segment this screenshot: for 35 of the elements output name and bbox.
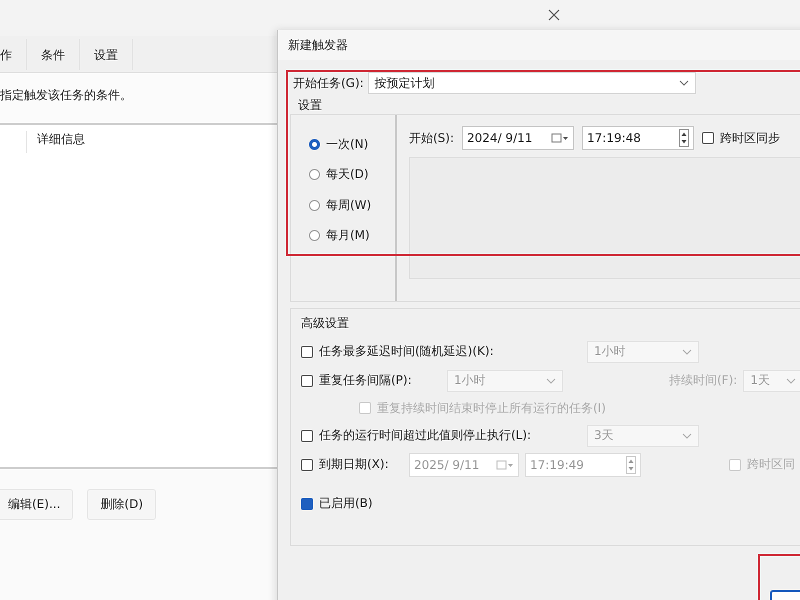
caret-icon <box>546 378 556 384</box>
date-picker[interactable]: 2024/ 9/11 <box>462 126 574 150</box>
dialog-title: 新建触发器 <box>278 30 800 60</box>
caret-icon <box>786 378 796 384</box>
caret-icon <box>678 80 689 86</box>
action-button[interactable]: 删除(D) <box>87 489 156 520</box>
tab[interactable]: 条件 <box>41 38 80 70</box>
schedule-radio[interactable]: 每周(W) <box>309 190 395 220</box>
sync-checkbox[interactable]: 跨时区同步 <box>702 130 780 146</box>
option-checkbox[interactable]: 任务的运行时间超过此值则停止执行(L): <box>301 427 587 444</box>
field-label: 开始(S): <box>409 130 454 146</box>
tab[interactable]: 设置 <box>94 38 133 70</box>
tab[interactable]: 作 <box>0 38 27 70</box>
group-title: 设置 <box>297 97 323 114</box>
option-checkbox[interactable]: 到期日期(X): <box>301 456 409 473</box>
spinner-icon <box>679 129 690 147</box>
caret-icon <box>682 348 692 354</box>
calendar-icon <box>551 133 570 143</box>
column-header[interactable]: 详细信息 <box>26 131 85 153</box>
close-icon[interactable] <box>548 9 560 21</box>
caret-icon <box>682 432 692 438</box>
option-checkbox[interactable]: 重复任务间隔(P): <box>301 372 447 389</box>
schedule-radio[interactable]: 每月(M) <box>309 220 395 251</box>
time-field[interactable]: 17:19:48 <box>582 126 694 150</box>
option-checkbox[interactable]: 任务最多延迟时间(随机延迟)(K): <box>301 343 587 360</box>
action-button[interactable]: 编辑(E)... <box>0 489 74 520</box>
spinner-icon <box>626 456 636 474</box>
enabled-checkbox[interactable]: 已启用(B) <box>301 495 800 512</box>
calendar-icon <box>496 460 514 470</box>
schedule-radio[interactable]: 每天(D) <box>309 160 395 190</box>
group-title: 高级设置 <box>301 315 350 332</box>
schedule-radio[interactable]: 一次(N) <box>309 129 395 160</box>
begin-task-dropdown[interactable]: 按预定计划 <box>368 72 696 94</box>
field-label: 开始任务(G): <box>293 74 364 92</box>
field-label: 持续时间(F): <box>669 372 738 389</box>
